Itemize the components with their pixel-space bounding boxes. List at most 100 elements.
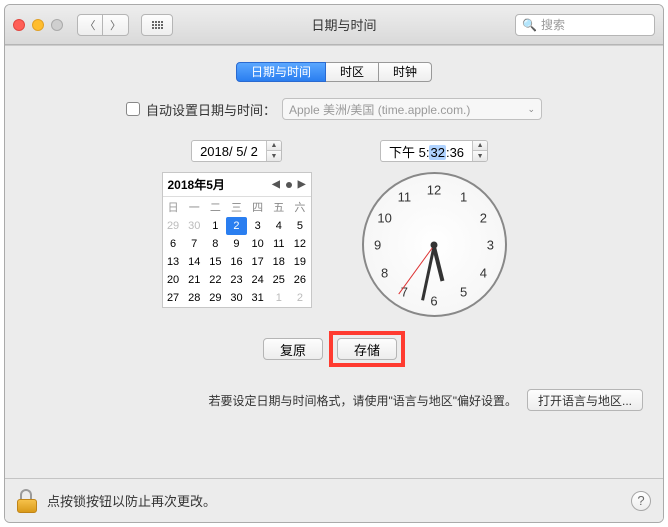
calendar-day[interactable]: 7: [184, 235, 205, 253]
calendar-day-next[interactable]: 1: [268, 289, 289, 307]
search-input[interactable]: 🔍 搜索: [515, 14, 655, 36]
clock-6: 6: [430, 293, 437, 308]
action-row: 复原 存储: [25, 331, 643, 367]
calendar-day[interactable]: 5: [289, 217, 310, 235]
calendar-day[interactable]: 21: [184, 271, 205, 289]
help-button[interactable]: ?: [631, 491, 651, 511]
time-second: 36: [450, 145, 464, 160]
stepper-up-icon[interactable]: ▲: [473, 141, 487, 151]
lock-button[interactable]: [17, 489, 37, 513]
back-button[interactable]: 〈: [77, 14, 103, 36]
lock-body-icon: [17, 499, 37, 513]
calendar-day[interactable]: 30: [226, 289, 247, 307]
calendar-day-prev[interactable]: 29: [163, 217, 184, 235]
stepper-down-icon[interactable]: ▼: [473, 151, 487, 161]
calendar-day[interactable]: 16: [226, 253, 247, 271]
clock-center: [431, 241, 438, 248]
calendar-day[interactable]: 22: [205, 271, 226, 289]
clock-5: 5: [460, 285, 467, 300]
calendar-day[interactable]: 26: [289, 271, 310, 289]
calendar-day[interactable]: 19: [289, 253, 310, 271]
calendar-day[interactable]: 8: [205, 235, 226, 253]
calendar-day[interactable]: 29: [205, 289, 226, 307]
calendar-day[interactable]: 20: [163, 271, 184, 289]
clock-face: 12 1 2 3 4 5 6 7 8 9 10 11: [362, 172, 507, 317]
calendar: 2018年5月 ◀ ▶ 日一二三四五六293012345678910111213…: [162, 172, 312, 308]
auto-set-row: 自动设置日期与时间： Apple 美洲/美国 (time.apple.com.)…: [25, 98, 643, 120]
revert-button[interactable]: 复原: [263, 338, 323, 360]
auto-set-label: 自动设置日期与时间：: [146, 100, 276, 119]
calendar-weekday: 二: [205, 197, 226, 217]
time-server-value: Apple 美洲/美国 (time.apple.com.): [289, 101, 470, 118]
date-stepper[interactable]: ▲ ▼: [266, 141, 281, 161]
time-minute: 32: [429, 145, 445, 160]
stepper-up-icon[interactable]: ▲: [267, 141, 281, 151]
date-field[interactable]: 2018/ 5/ 2 ▲ ▼: [191, 140, 282, 162]
close-icon[interactable]: [13, 19, 25, 31]
stepper-down-icon[interactable]: ▼: [267, 151, 281, 161]
clock-11: 11: [398, 189, 412, 204]
open-language-region-button[interactable]: 打开语言与地区...: [527, 389, 643, 411]
calendar-day[interactable]: 13: [163, 253, 184, 271]
show-all-button[interactable]: [141, 14, 173, 36]
calendar-day[interactable]: 27: [163, 289, 184, 307]
time-field[interactable]: 下午 5:32:36 ▲ ▼: [380, 140, 488, 162]
calendar-title: 2018年5月: [168, 176, 225, 193]
calendar-day[interactable]: 11: [268, 235, 289, 253]
time-column: 下午 5:32:36 ▲ ▼ 12 1 2 3: [362, 140, 507, 317]
clock-2: 2: [480, 210, 487, 225]
calendar-weekday: 五: [268, 197, 289, 217]
calendar-day[interactable]: 2: [226, 217, 247, 235]
help-icon: ?: [637, 493, 644, 508]
clock-10: 10: [377, 210, 391, 225]
titlebar: 〈 〉 日期与时间 🔍 搜索: [5, 5, 663, 45]
time-stepper[interactable]: ▲ ▼: [472, 141, 487, 161]
calendar-day[interactable]: 4: [268, 217, 289, 235]
calendar-day[interactable]: 6: [163, 235, 184, 253]
calendar-day[interactable]: 18: [268, 253, 289, 271]
chevron-down-icon: ⌄: [527, 104, 535, 115]
time-hour: 5: [419, 145, 426, 160]
tab-clock[interactable]: 时钟: [379, 62, 432, 82]
time-server-select[interactable]: Apple 美洲/美国 (time.apple.com.) ⌄: [282, 98, 542, 120]
calendar-today-icon[interactable]: [286, 182, 292, 188]
clock-8: 8: [381, 265, 388, 280]
calendar-day[interactable]: 12: [289, 235, 310, 253]
minimize-icon[interactable]: [32, 19, 44, 31]
date-value: 2018/ 5/ 2: [192, 144, 266, 159]
forward-button[interactable]: 〉: [103, 14, 129, 36]
calendar-day[interactable]: 24: [247, 271, 268, 289]
calendar-day[interactable]: 1: [205, 217, 226, 235]
calendar-day[interactable]: 14: [184, 253, 205, 271]
calendar-day[interactable]: 3: [247, 217, 268, 235]
window-body: 日期与时间 时区 时钟 自动设置日期与时间： Apple 美洲/美国 (time…: [5, 45, 663, 522]
content: 日期与时间 时区 时钟 自动设置日期与时间： Apple 美洲/美国 (time…: [5, 45, 663, 522]
hint-row: 若要设定日期与时间格式，请使用"语言与地区"偏好设置。 打开语言与地区...: [25, 389, 643, 411]
calendar-next-icon[interactable]: ▶: [298, 179, 306, 190]
analog-clock: 12 1 2 3 4 5 6 7 8 9 10 11: [362, 172, 507, 317]
chevron-right-icon: 〉: [110, 17, 121, 33]
calendar-day[interactable]: 15: [205, 253, 226, 271]
auto-set-checkbox[interactable]: [126, 102, 140, 116]
zoom-icon: [51, 19, 63, 31]
date-column: 2018/ 5/ 2 ▲ ▼ 2018年5月 ◀ ▶: [162, 140, 312, 317]
time-value: 下午 5:32:36: [381, 142, 472, 161]
calendar-day[interactable]: 31: [247, 289, 268, 307]
nav-buttons: 〈 〉: [77, 14, 129, 36]
save-button[interactable]: 存储: [337, 338, 397, 360]
calendar-day[interactable]: 17: [247, 253, 268, 271]
calendar-day-next[interactable]: 2: [289, 289, 310, 307]
calendar-day-prev[interactable]: 30: [184, 217, 205, 235]
calendar-day[interactable]: 23: [226, 271, 247, 289]
clock-4: 4: [480, 265, 487, 280]
tab-date-time[interactable]: 日期与时间: [236, 62, 326, 82]
calendar-day[interactable]: 9: [226, 235, 247, 253]
calendar-day[interactable]: 28: [184, 289, 205, 307]
tab-timezone[interactable]: 时区: [326, 62, 379, 82]
calendar-day[interactable]: 10: [247, 235, 268, 253]
calendar-prev-icon[interactable]: ◀: [272, 179, 280, 190]
columns: 2018/ 5/ 2 ▲ ▼ 2018年5月 ◀ ▶: [25, 140, 643, 317]
calendar-day[interactable]: 25: [268, 271, 289, 289]
grid-icon: [152, 21, 163, 29]
hint-text: 若要设定日期与时间格式，请使用"语言与地区"偏好设置。: [208, 392, 517, 409]
